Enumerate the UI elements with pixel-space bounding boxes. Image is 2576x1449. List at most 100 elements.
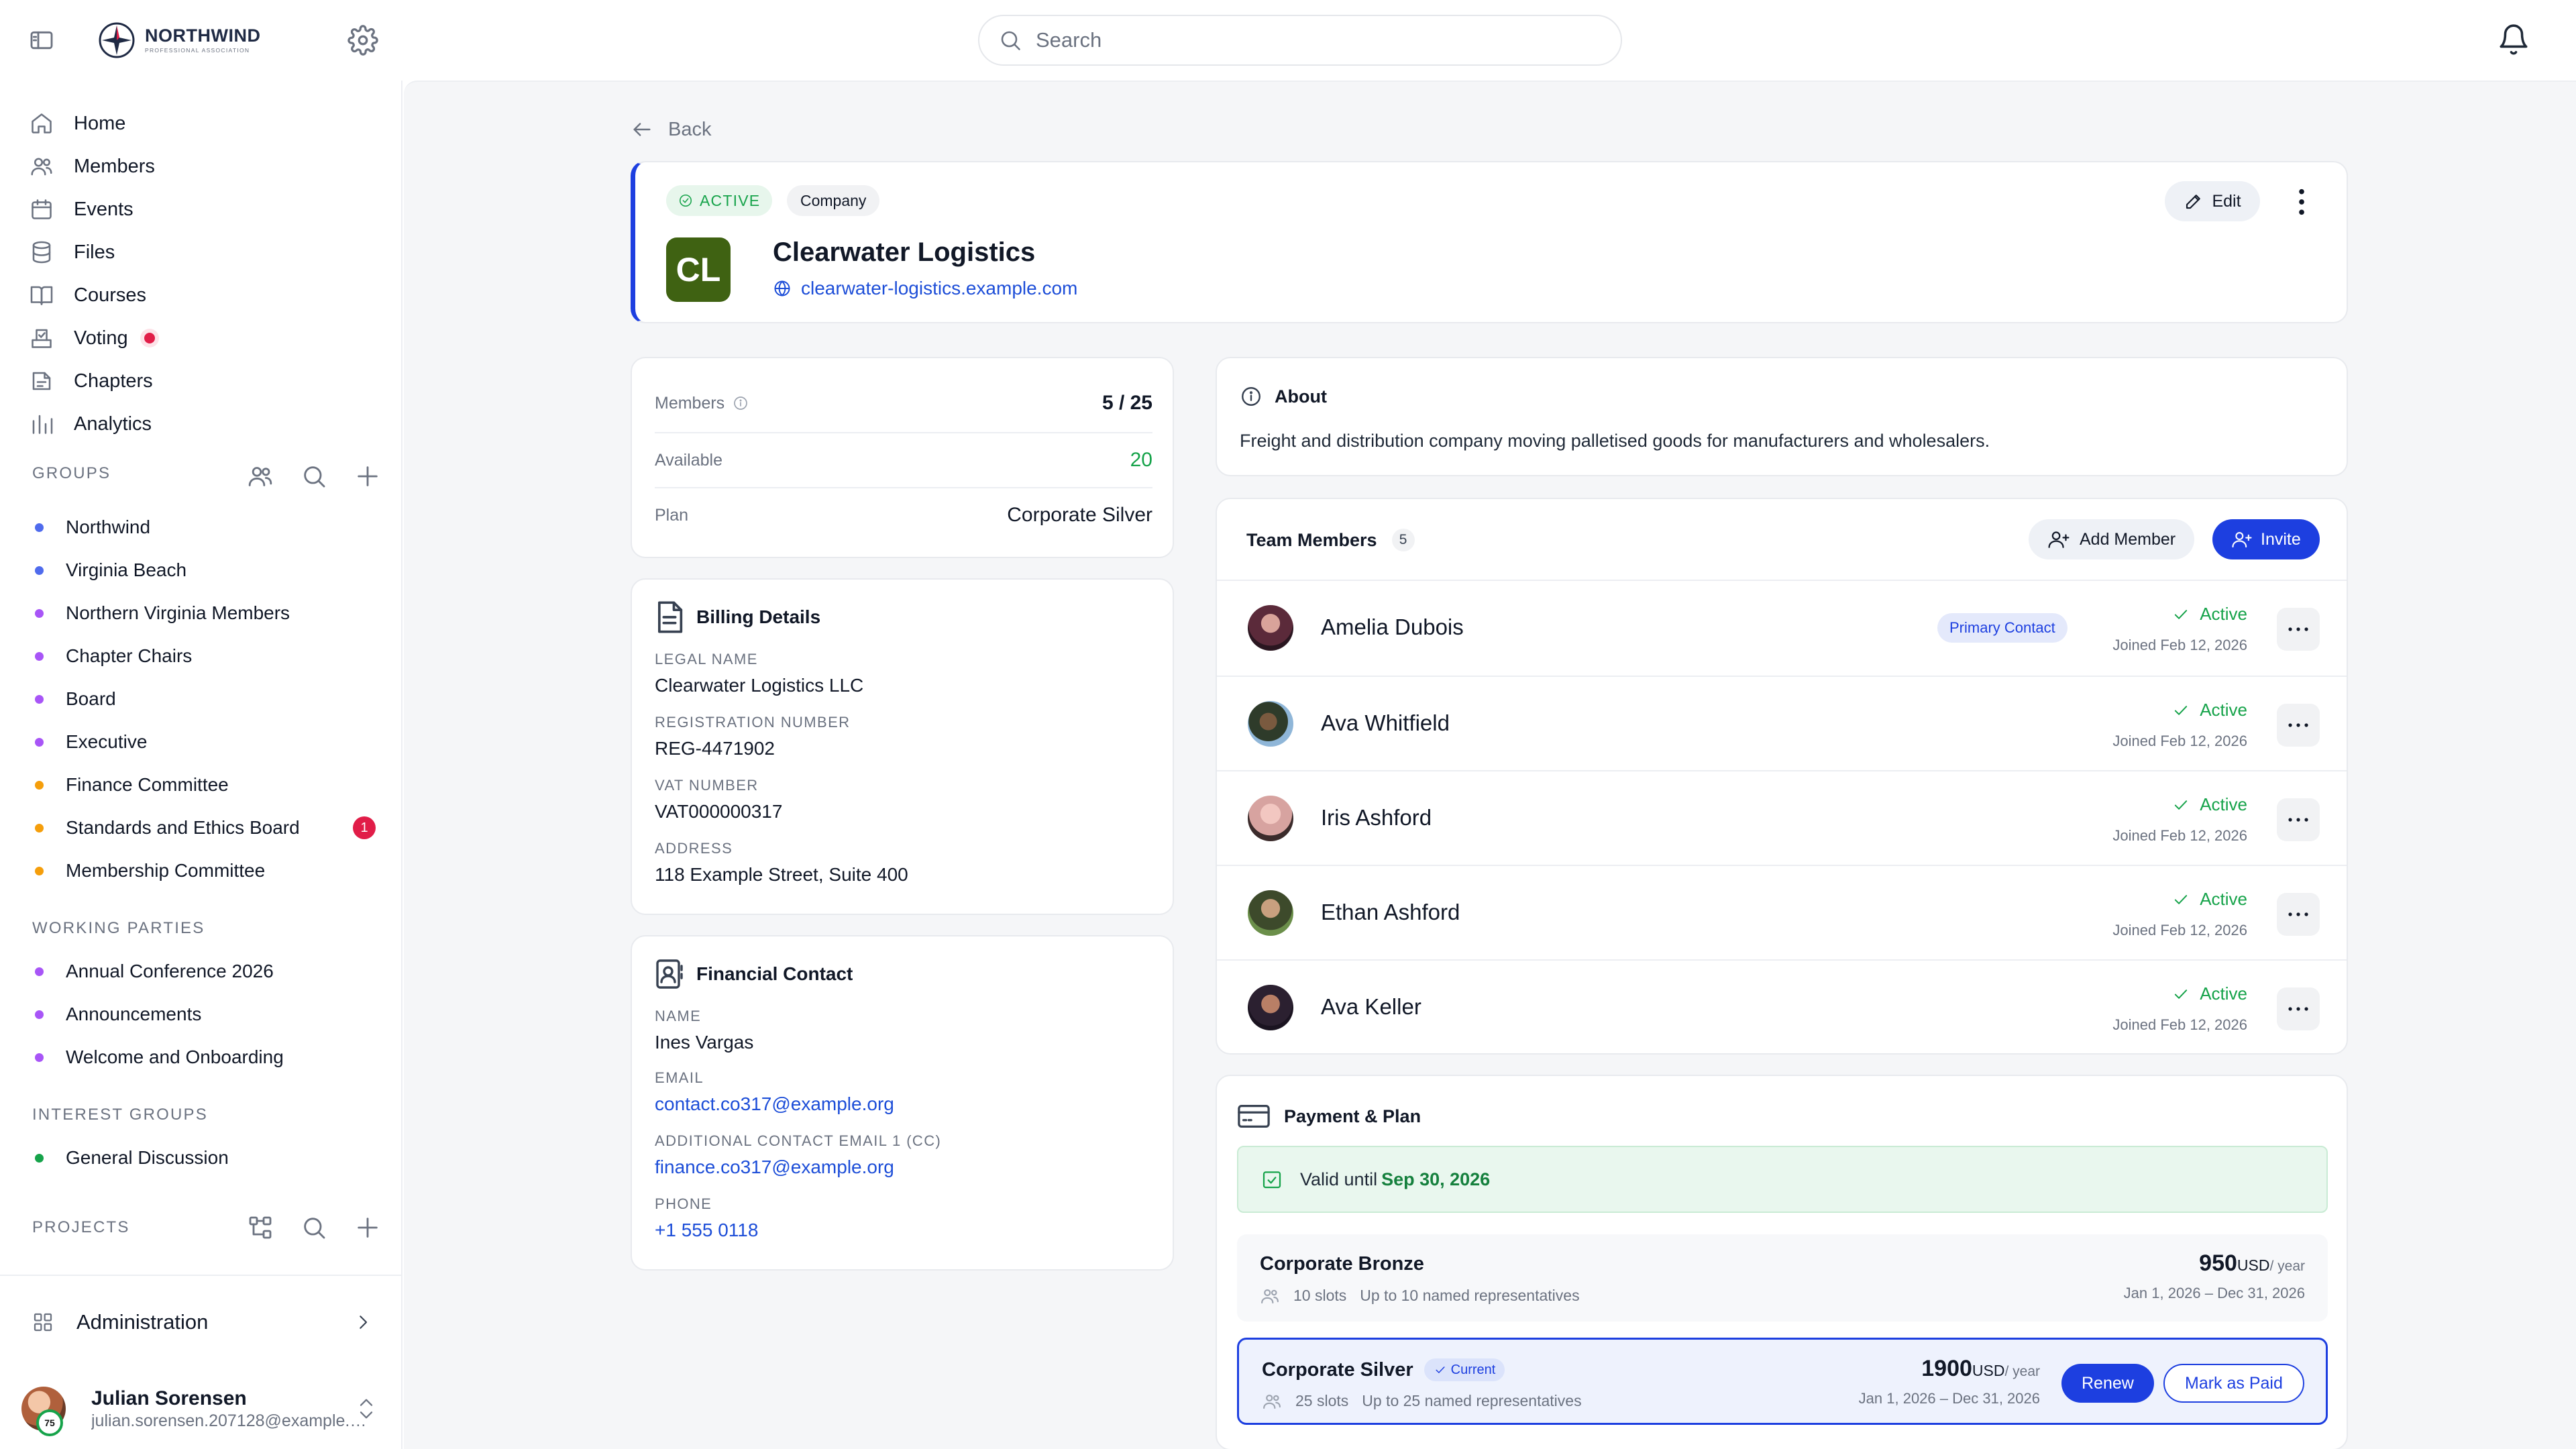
field-address: ADDRESS 118 Example Street, Suite 400 — [655, 840, 908, 885]
plan-period: / year — [2269, 1258, 2305, 1274]
user-menu[interactable]: 75 Julian Sorensen julian.sorensen.20712… — [0, 1368, 401, 1449]
group-members-icon[interactable] — [247, 463, 274, 490]
member-name[interactable]: Ava Whitfield — [1321, 710, 1450, 736]
phone-link[interactable]: +1 555 0118 — [655, 1220, 758, 1241]
working-party-item[interactable]: Welcome and Onboarding — [35, 1040, 384, 1075]
email-link[interactable]: contact.co317@example.org — [655, 1093, 894, 1115]
org-name: Clearwater Logistics — [773, 237, 1036, 267]
plan-description: Up to 10 named representatives — [1360, 1287, 1580, 1304]
group-color-dot — [35, 694, 44, 704]
add-member-button[interactable]: Add Member — [2029, 519, 2195, 559]
renew-button[interactable]: Renew — [2061, 1364, 2154, 1403]
mark-as-paid-button[interactable]: Mark as Paid — [2163, 1364, 2304, 1403]
search-bar[interactable] — [978, 15, 1622, 66]
email-link[interactable]: finance.co317@example.org — [655, 1157, 941, 1178]
sidebar-item-courses[interactable]: Courses — [30, 276, 146, 314]
gear-icon[interactable] — [347, 25, 378, 56]
field-value: VAT000000317 — [655, 801, 783, 822]
sidebar-item-label: Home — [74, 112, 126, 134]
group-item[interactable]: Virginia Beach — [35, 553, 384, 588]
group-item[interactable]: Northwind — [35, 510, 384, 545]
group-color-dot — [35, 608, 44, 618]
member-status: Active Joined Feb 12, 2026 — [2112, 983, 2247, 1034]
group-label: Announcements — [66, 1004, 202, 1024]
stat-value: Corporate Silver — [1007, 504, 1152, 526]
group-color-dot — [35, 651, 44, 661]
working-party-item[interactable]: Annual Conference 2026 — [35, 954, 384, 989]
group-item[interactable]: Membership Committee — [35, 853, 384, 888]
pencil-icon — [2186, 195, 2201, 209]
plus-icon[interactable] — [354, 1214, 381, 1241]
sidebar-item-analytics[interactable]: Analytics — [30, 405, 152, 443]
group-item[interactable]: Board — [35, 682, 384, 716]
working-party-item[interactable]: Announcements — [35, 997, 384, 1032]
group-item[interactable]: Northern Virginia Members — [35, 596, 384, 631]
group-item[interactable]: Chapter Chairs — [35, 639, 384, 674]
org-type-badge: Company — [787, 185, 880, 216]
search-icon[interactable] — [301, 463, 327, 490]
administration-link[interactable]: Administration — [0, 1275, 401, 1368]
check-circle-icon — [679, 194, 692, 207]
status-label: Active — [2200, 983, 2247, 1004]
top-bar: NORTHWIND PROFESSIONAL ASSOCIATION — [0, 0, 2576, 80]
sidebar-item-home[interactable]: Home — [30, 105, 125, 142]
sidebar-item-members[interactable]: Members — [30, 148, 155, 185]
plan-currency: USD — [1972, 1362, 2005, 1379]
search-input[interactable] — [1036, 28, 1586, 52]
plan-option-silver[interactable]: Corporate Silver Current 25 slots Up to … — [1237, 1338, 2328, 1425]
sidebar-toggle-icon[interactable] — [27, 27, 56, 54]
project-tree-icon[interactable] — [247, 1214, 274, 1241]
group-item[interactable]: Executive — [35, 724, 384, 759]
member-name[interactable]: Ethan Ashford — [1321, 900, 1460, 925]
administration-label: Administration — [76, 1310, 209, 1334]
member-name[interactable]: Iris Ashford — [1321, 805, 1432, 830]
group-item[interactable]: Standards and Ethics Board 1 — [35, 810, 384, 845]
org-website-link[interactable]: clearwater-logistics.example.com — [773, 278, 1077, 299]
more-horizontal-icon[interactable] — [2277, 798, 2320, 841]
organization-header-card: ACTIVE Company CL Clearwater Logistics c… — [631, 161, 2348, 323]
interest-group-item[interactable]: General Discussion — [35, 1140, 384, 1175]
member-row[interactable]: Amelia Dubois Primary Contact Active Joi… — [1217, 581, 2347, 676]
more-horizontal-icon[interactable] — [2277, 987, 2320, 1030]
bell-icon[interactable] — [2497, 21, 2530, 58]
team-members-header: Team Members 5 Add Member Invite — [1217, 499, 2347, 581]
search-icon[interactable] — [301, 1214, 327, 1241]
sidebar-item-chapters[interactable]: Chapters — [30, 362, 153, 400]
more-horizontal-icon[interactable] — [2277, 608, 2320, 651]
plus-icon[interactable] — [354, 463, 381, 490]
plan-option-bronze[interactable]: Corporate Bronze 10 slots Up to 10 named… — [1237, 1234, 2328, 1322]
stat-label: Members — [655, 393, 725, 413]
info-icon[interactable] — [733, 395, 749, 411]
plan-dates: Jan 1, 2026 – Dec 31, 2026 — [2123, 1285, 2305, 1301]
member-name[interactable]: Amelia Dubois — [1321, 614, 1464, 640]
stat-plan: Plan Corporate Silver — [655, 487, 1152, 542]
sidebar-item-events[interactable]: Events — [30, 191, 133, 228]
group-label: Standards and Ethics Board — [66, 817, 300, 838]
edit-button[interactable]: Edit — [2165, 181, 2260, 221]
compass-logo-icon — [99, 22, 135, 58]
member-row[interactable]: Ava Keller Active Joined Feb 12, 2026 — [1217, 959, 2347, 1054]
member-row[interactable]: Ethan Ashford Active Joined Feb 12, 2026 — [1217, 865, 2347, 959]
calendar-icon — [32, 199, 52, 219]
stat-value: 20 — [1130, 449, 1152, 471]
unread-badge: 1 — [353, 816, 376, 839]
more-horizontal-icon[interactable] — [2277, 893, 2320, 936]
member-name[interactable]: Ava Keller — [1321, 994, 1421, 1020]
field-label: VAT NUMBER — [655, 777, 759, 794]
group-label: Virginia Beach — [66, 559, 187, 580]
member-row[interactable]: Ava Whitfield Active Joined Feb 12, 2026 — [1217, 676, 2347, 770]
sidebar-item-voting[interactable]: Voting — [30, 319, 155, 357]
more-vertical-icon[interactable] — [2295, 186, 2308, 217]
invite-button[interactable]: Invite — [2212, 519, 2320, 559]
card-title: Payment & Plan — [1284, 1106, 1421, 1126]
more-horizontal-icon[interactable] — [2277, 704, 2320, 747]
group-color-dot — [35, 737, 44, 747]
sidebar-item-files[interactable]: Files — [30, 233, 115, 271]
app-logo[interactable]: NORTHWIND PROFESSIONAL ASSOCIATION — [98, 20, 260, 60]
user-add-icon — [2232, 532, 2252, 548]
member-row[interactable]: Iris Ashford Active Joined Feb 12, 2026 — [1217, 770, 2347, 865]
org-initials-logo: CL — [666, 237, 731, 302]
back-link[interactable]: Back — [631, 118, 711, 141]
group-item[interactable]: Finance Committee — [35, 767, 384, 802]
field-cc-email: ADDITIONAL CONTACT EMAIL 1 (CC) finance.… — [655, 1132, 941, 1178]
